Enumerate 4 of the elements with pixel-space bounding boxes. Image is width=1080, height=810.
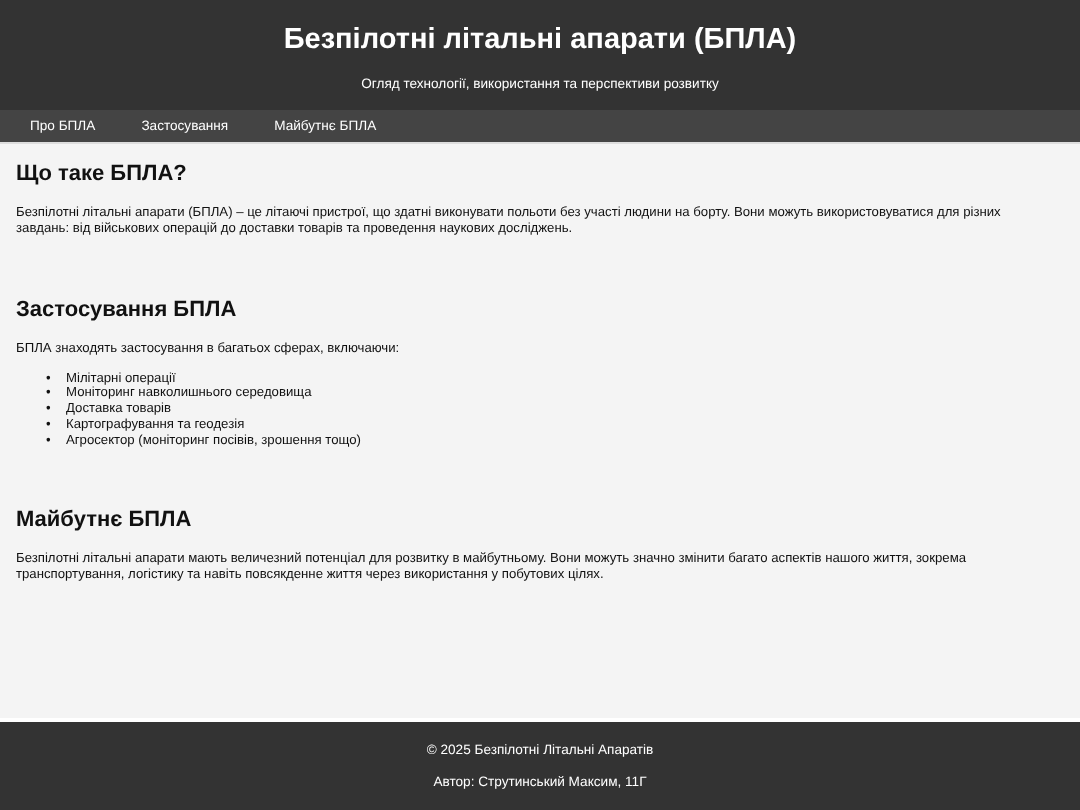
section-heading: Застосування БПЛА: [16, 297, 239, 322]
site-title: Безпілотні літальні апарати (БПЛА): [281, 24, 799, 56]
section-heading: Що таке БПЛА?: [16, 162, 189, 186]
section-heading: Майбутнє БПЛА: [16, 508, 194, 533]
